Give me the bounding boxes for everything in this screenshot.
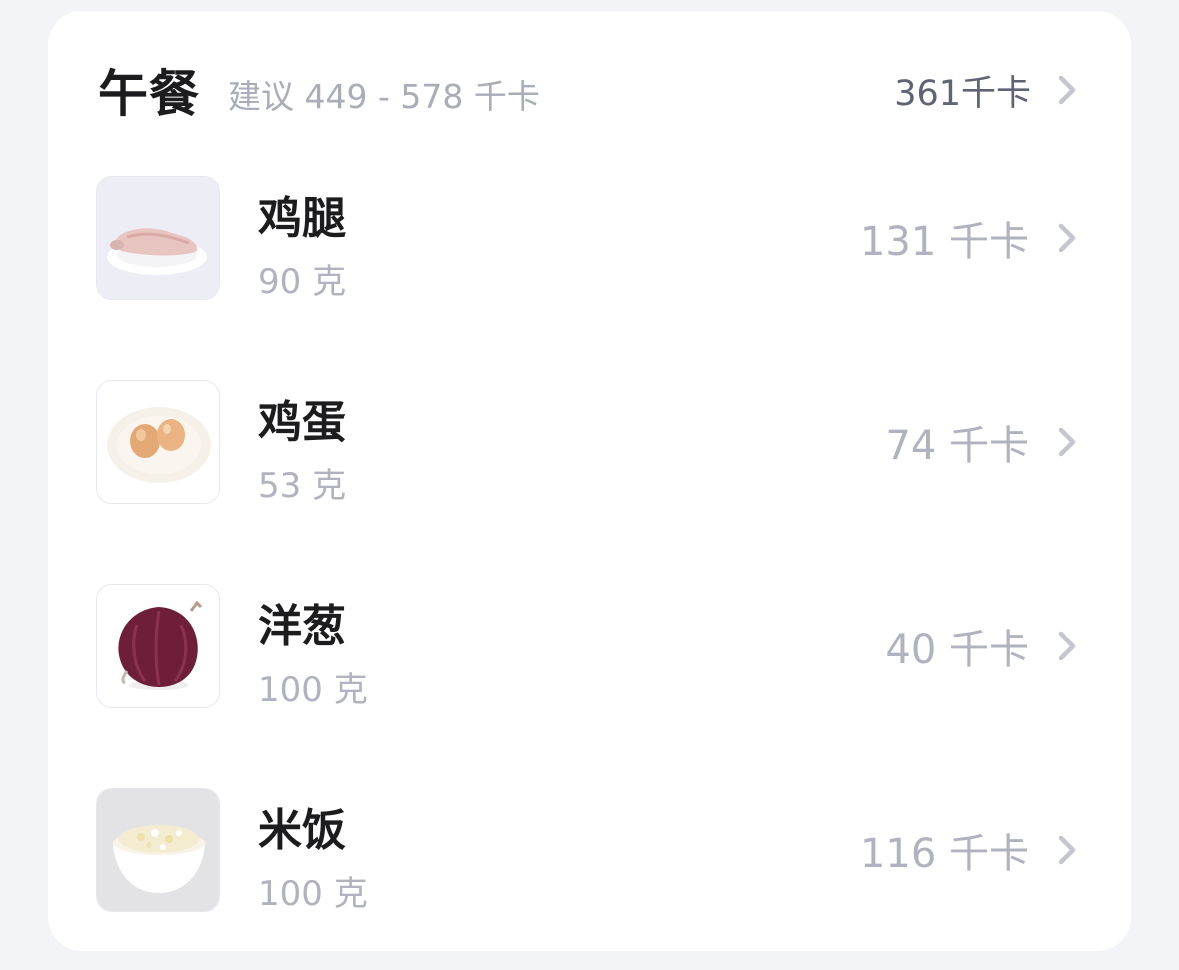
calorie-suggestion: 建议 449 - 578 千卡 — [228, 77, 540, 116]
food-item-text: 鸡蛋 53 克 — [258, 380, 885, 506]
meal-header[interactable]: 午餐 建议 449 - 578 千卡 361千卡 — [98, 55, 1081, 125]
lunch-card: 午餐 建议 449 - 578 千卡 361千卡 鸡腿 90 克 131 千卡 … — [48, 11, 1131, 951]
chevron-right-icon — [1058, 427, 1076, 457]
food-kcal-group: 40 千卡 — [885, 617, 1081, 675]
rice-bowl-thumbnail — [96, 788, 220, 912]
food-item-text: 米饭 100 克 — [258, 788, 860, 914]
food-item-text: 洋葱 100 克 — [258, 584, 885, 710]
chicken-leg-thumbnail — [96, 176, 220, 300]
food-amount: 100 克 — [258, 670, 368, 710]
food-kcal: 74 千卡 — [885, 423, 1029, 469]
food-item-chicken-leg[interactable]: 鸡腿 90 克 131 千卡 — [96, 175, 1081, 302]
food-name: 洋葱 — [258, 601, 346, 652]
eggs-thumbnail — [96, 380, 220, 504]
food-kcal: 116 千卡 — [859, 831, 1029, 877]
food-kcal: 131 千卡 — [859, 219, 1029, 265]
onion-thumbnail — [96, 584, 220, 708]
food-amount: 90 克 — [258, 262, 347, 302]
food-name: 鸡蛋 — [258, 397, 346, 448]
chevron-right-icon — [1058, 835, 1076, 865]
food-kcal-group: 131 千卡 — [860, 209, 1081, 267]
chevron-right-icon — [1058, 631, 1076, 661]
meal-title: 午餐 — [98, 65, 200, 123]
food-amount: 53 克 — [258, 466, 347, 506]
food-name: 米饭 — [258, 805, 346, 856]
food-kcal-group: 74 千卡 — [885, 413, 1081, 471]
food-item-rice[interactable]: 米饭 100 克 116 千卡 — [96, 787, 1081, 914]
food-name: 鸡腿 — [258, 193, 346, 244]
food-item-onion[interactable]: 洋葱 100 克 40 千卡 — [96, 583, 1081, 710]
chevron-right-icon — [1058, 75, 1076, 105]
food-item-eggs[interactable]: 鸡蛋 53 克 74 千卡 — [96, 379, 1081, 506]
chevron-right-icon — [1058, 223, 1076, 253]
food-kcal: 40 千卡 — [885, 627, 1029, 673]
food-amount: 100 克 — [258, 874, 368, 914]
food-item-text: 鸡腿 90 克 — [258, 176, 860, 302]
meal-total-kcal: 361千卡 — [894, 73, 1031, 114]
meal-total[interactable]: 361千卡 — [894, 65, 1081, 116]
food-kcal-group: 116 千卡 — [860, 821, 1081, 879]
